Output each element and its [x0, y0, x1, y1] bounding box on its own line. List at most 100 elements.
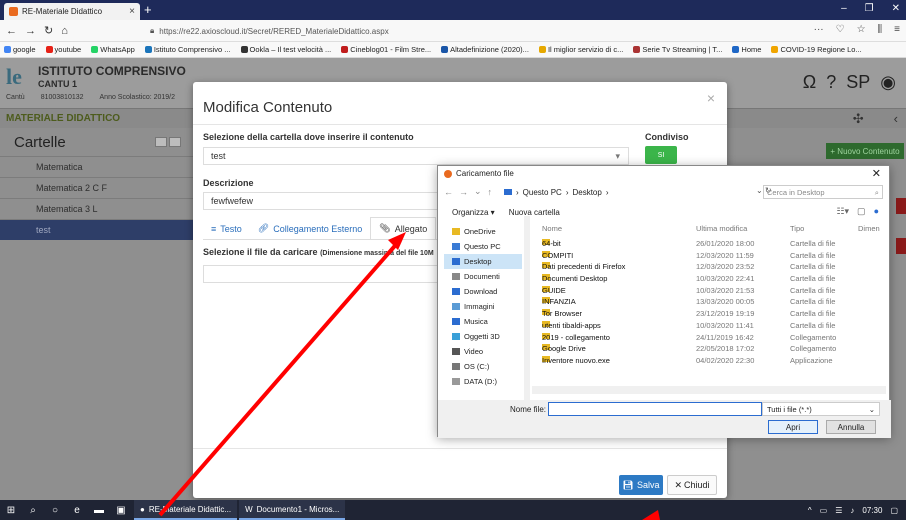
notification-icon[interactable]: ▢: [890, 506, 898, 515]
nav-pane-item[interactable]: Questo PC: [444, 239, 522, 254]
file-input[interactable]: [203, 265, 443, 283]
file-row[interactable]: 2019 - collegamento 24/11/2019 16:42 Colle…: [538, 332, 886, 345]
tab-allegato[interactable]: 📎︎ Allegato: [370, 217, 437, 240]
file-row[interactable]: Dati precedenti di Firefox 12/03/2020 23:…: [538, 262, 886, 274]
bookmark-item[interactable]: Istituto Comprensivo ...: [144, 45, 231, 54]
column-modified[interactable]: Ultima modifica: [696, 224, 747, 233]
bookmark-item[interactable]: Altadefinizione (2020)...: [441, 45, 529, 54]
user-icon[interactable]: Ω: [803, 72, 816, 93]
nav-pane-item[interactable]: Documenti: [444, 269, 522, 284]
help-icon[interactable]: ●: [874, 206, 879, 217]
address-bar[interactable]: 🔒︎ https://re22.axioscloud.it/Secret/RER…: [150, 23, 760, 39]
nav-pane-item[interactable]: Musica: [444, 314, 522, 329]
bookmark-item[interactable]: Il miglior servizio di c...: [538, 45, 623, 54]
nav-pane-item[interactable]: OS (C:): [444, 359, 522, 374]
preview-pane-icon[interactable]: ▢: [857, 206, 866, 217]
file-explorer-icon[interactable]: ▬: [88, 505, 110, 516]
dialog-close-icon[interactable]: ✕: [872, 167, 881, 180]
folder-item[interactable]: Matematica 3 L: [0, 198, 195, 219]
tab-testo[interactable]: ≡ Testo: [203, 217, 250, 240]
bookmark-item[interactable]: google: [4, 45, 36, 54]
nav-pane-item[interactable]: Video: [444, 344, 522, 359]
file-row[interactable]: INFANZIA 13/03/2020 00:05 Cartella di file: [538, 297, 886, 309]
reload-icon[interactable]: ↻: [44, 24, 53, 37]
folder-item[interactable]: test: [0, 219, 195, 240]
close-window-icon[interactable]: ✕: [892, 3, 900, 14]
file-row[interactable]: utenti tibaldi-apps 10/03/2020 11:41 Carte…: [538, 320, 886, 333]
bookmark-item[interactable]: youtube: [45, 45, 81, 54]
open-folder-icon[interactable]: [155, 137, 167, 147]
help-icon[interactable]: ?: [826, 72, 836, 93]
nav-pane-item[interactable]: Download: [444, 284, 522, 299]
bookmark-star-icon[interactable]: ☆: [857, 24, 866, 35]
nav-pane-item[interactable]: Immagini: [444, 299, 522, 314]
shared-toggle[interactable]: SI: [645, 146, 677, 164]
file-row[interactable]: GUIDE 10/03/2020 21:53 Cartella di file: [538, 285, 886, 298]
edge-icon[interactable]: e: [66, 505, 88, 516]
nav-pane-item[interactable]: OneDrive: [444, 224, 522, 239]
sp-logo-icon[interactable]: SP: [846, 72, 870, 93]
file-row[interactable]: Tor Browser 23/12/2019 19:19 Cartella di f…: [538, 309, 886, 321]
column-type[interactable]: Tipo: [790, 224, 804, 233]
file-row[interactable]: 64-bit 26/01/2020 18:00 Cartella di file: [538, 239, 886, 251]
file-row[interactable]: Inventore nuovo.exe 04/02/2020 22:30 Appli…: [538, 355, 886, 368]
folder-select[interactable]: test ▾: [203, 147, 629, 165]
puzzle-icon[interactable]: ✣: [853, 111, 864, 127]
bookmark-item[interactable]: Cineblog01 - Film Stre...: [341, 45, 431, 54]
nav-pane-item[interactable]: Oggetti 3D: [444, 329, 522, 344]
cortana-icon[interactable]: ○: [44, 505, 66, 516]
nav-pane-item[interactable]: Desktop: [444, 254, 522, 269]
column-size[interactable]: Dimen: [858, 224, 880, 233]
breadcrumb-item[interactable]: Questo PC: [523, 188, 562, 197]
red-action-button[interactable]: [896, 198, 906, 214]
nav-pane-item[interactable]: DATA (D:): [444, 374, 522, 389]
red-action-button[interactable]: [896, 238, 906, 254]
dialog-search-input[interactable]: Cerca in Desktop ⌕: [763, 185, 883, 199]
chevron-down-icon[interactable]: ⌄: [474, 186, 482, 197]
bookmark-item[interactable]: Serie Tv Streaming | T...: [633, 45, 722, 54]
save-button[interactable]: 💾︎ Salva: [619, 475, 663, 495]
up-icon[interactable]: ↑: [488, 187, 493, 197]
taskbar-app-word[interactable]: W Documento1 - Micros...: [239, 500, 346, 520]
folder-item[interactable]: Matematica: [0, 156, 195, 177]
new-folder-button[interactable]: Nuova cartella: [509, 208, 560, 217]
file-row[interactable]: COMPITI 12/03/2020 11:59 Cartella di file: [538, 250, 886, 263]
settings-icon[interactable]: ◉: [880, 72, 896, 93]
network-icon[interactable]: ☰: [835, 506, 842, 515]
taskbar-app-firefox[interactable]: ● RE-Materiale Didattic...: [134, 500, 238, 520]
pane-scrollbar[interactable]: [524, 216, 530, 400]
back-icon[interactable]: ←: [6, 25, 17, 37]
forward-icon[interactable]: →: [25, 25, 36, 37]
view-mode-icon[interactable]: ☷▾: [836, 206, 849, 217]
organize-button[interactable]: Organizza ▾: [452, 208, 495, 217]
bookmark-item[interactable]: COVID-19 Regione Lo...: [771, 45, 862, 54]
horizontal-scrollbar[interactable]: [532, 386, 886, 394]
library-icon[interactable]: ⫼: [878, 24, 883, 35]
pocket-icon[interactable]: ♡: [836, 24, 845, 35]
minimize-icon[interactable]: –: [841, 3, 847, 14]
new-content-button[interactable]: + Nuovo Contenuto: [826, 143, 904, 159]
folder-item[interactable]: Matematica 2 C F: [0, 177, 195, 198]
description-input[interactable]: fewfwefew: [203, 192, 447, 210]
restore-icon[interactable]: ❐: [865, 3, 874, 14]
battery-icon[interactable]: ▭: [820, 506, 828, 515]
forward-icon[interactable]: →: [459, 187, 468, 197]
file-row[interactable]: Google Drive 22/05/2018 17:02 Collegamento: [538, 344, 886, 356]
column-name[interactable]: Nome: [542, 224, 562, 233]
clock[interactable]: 07:30: [862, 506, 882, 515]
more-icon[interactable]: ···: [814, 24, 824, 35]
breadcrumb-item[interactable]: Desktop: [572, 188, 601, 197]
tab-collegamento-esterno[interactable]: 🔗︎ Collegamento Esterno: [250, 217, 371, 240]
close-button[interactable]: ✕ Chiudi: [667, 475, 717, 495]
bookmark-item[interactable]: Home: [732, 45, 761, 54]
open-button[interactable]: Apri: [768, 420, 818, 434]
collapse-icon[interactable]: ‹: [894, 111, 898, 127]
dialog-breadcrumb[interactable]: › Questo PC › Desktop ›: [504, 185, 750, 199]
modal-close-icon[interactable]: ×: [707, 90, 715, 106]
browser-tab[interactable]: RE-Materiale Didattico ×: [4, 3, 140, 20]
back-icon[interactable]: ←: [444, 187, 453, 197]
tray-arrow-icon[interactable]: ^: [808, 506, 812, 515]
file-row[interactable]: Documenti Desktop 10/03/2020 22:41 Cartell…: [538, 274, 886, 286]
filetype-select[interactable]: Tutti i file (*.*) ⌄: [762, 402, 880, 416]
store-icon[interactable]: ▣: [110, 505, 132, 516]
